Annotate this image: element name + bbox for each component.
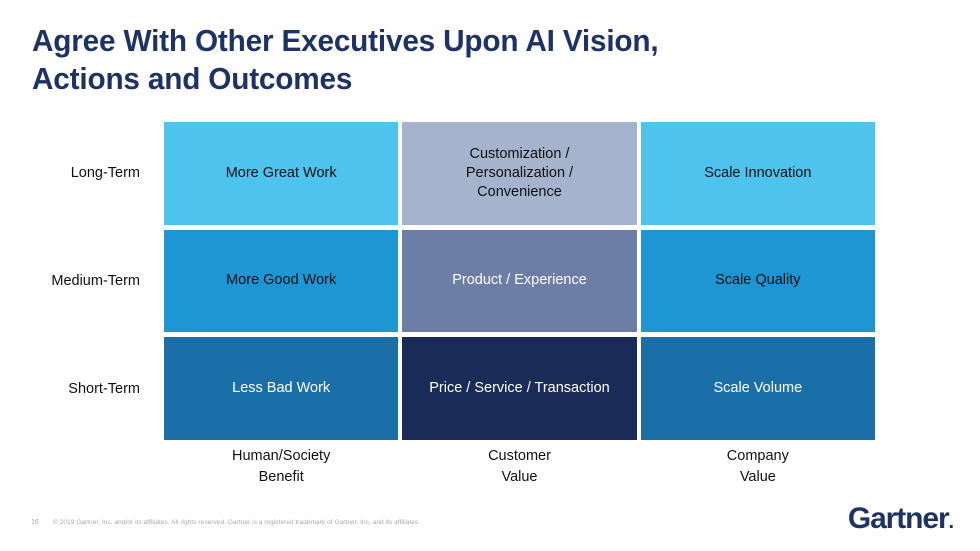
matrix-row-label: Long-Term [70, 165, 140, 182]
matrix-cell[interactable]: Scale Innovation [640, 122, 875, 225]
matrix-column-label: Customer Value [488, 448, 551, 485]
copyright-notice: © 2019 Gartner, Inc. and/or its affiliat… [53, 519, 421, 526]
matrix-cell[interactable]: Product / Experience [402, 229, 637, 333]
matrix-cell[interactable]: Less Bad Work [164, 337, 399, 440]
matrix-row-label-axis: Long-Term Medium-Term Short-Term [0, 122, 152, 440]
gartner-logo: Gartner. [847, 502, 955, 538]
matrix-cell[interactable]: Scale Volume [640, 337, 875, 440]
matrix-cell[interactable]: Scale Quality [640, 229, 875, 333]
matrix-grid: More Great Work Customization / Personal… [164, 122, 875, 440]
matrix-column-label: Company Value [726, 448, 789, 485]
gartner-logo-dot: . [948, 511, 955, 533]
gartner-logo-text: Gartner [847, 502, 950, 535]
matrix-cell[interactable]: Price / Service / Transaction [402, 337, 637, 440]
matrix-cell[interactable]: More Great Work [164, 122, 399, 225]
matrix-column-label: Human/Society Benefit [232, 448, 331, 485]
matrix-row-label: Medium-Term [51, 272, 140, 289]
matrix-row-label: Short-Term [68, 380, 140, 397]
slide-page-number: 16 [31, 519, 39, 526]
page-title: Agree With Other Executives Upon AI Visi… [32, 23, 659, 96]
matrix-column-label-axis: Human/Society Benefit Customer Value Com… [164, 446, 875, 488]
matrix-cell[interactable]: Customization / Personalization / Conven… [402, 122, 637, 225]
matrix-diagram: More Great Work Customization / Personal… [164, 122, 875, 440]
matrix-cell[interactable]: More Good Work [164, 229, 399, 333]
